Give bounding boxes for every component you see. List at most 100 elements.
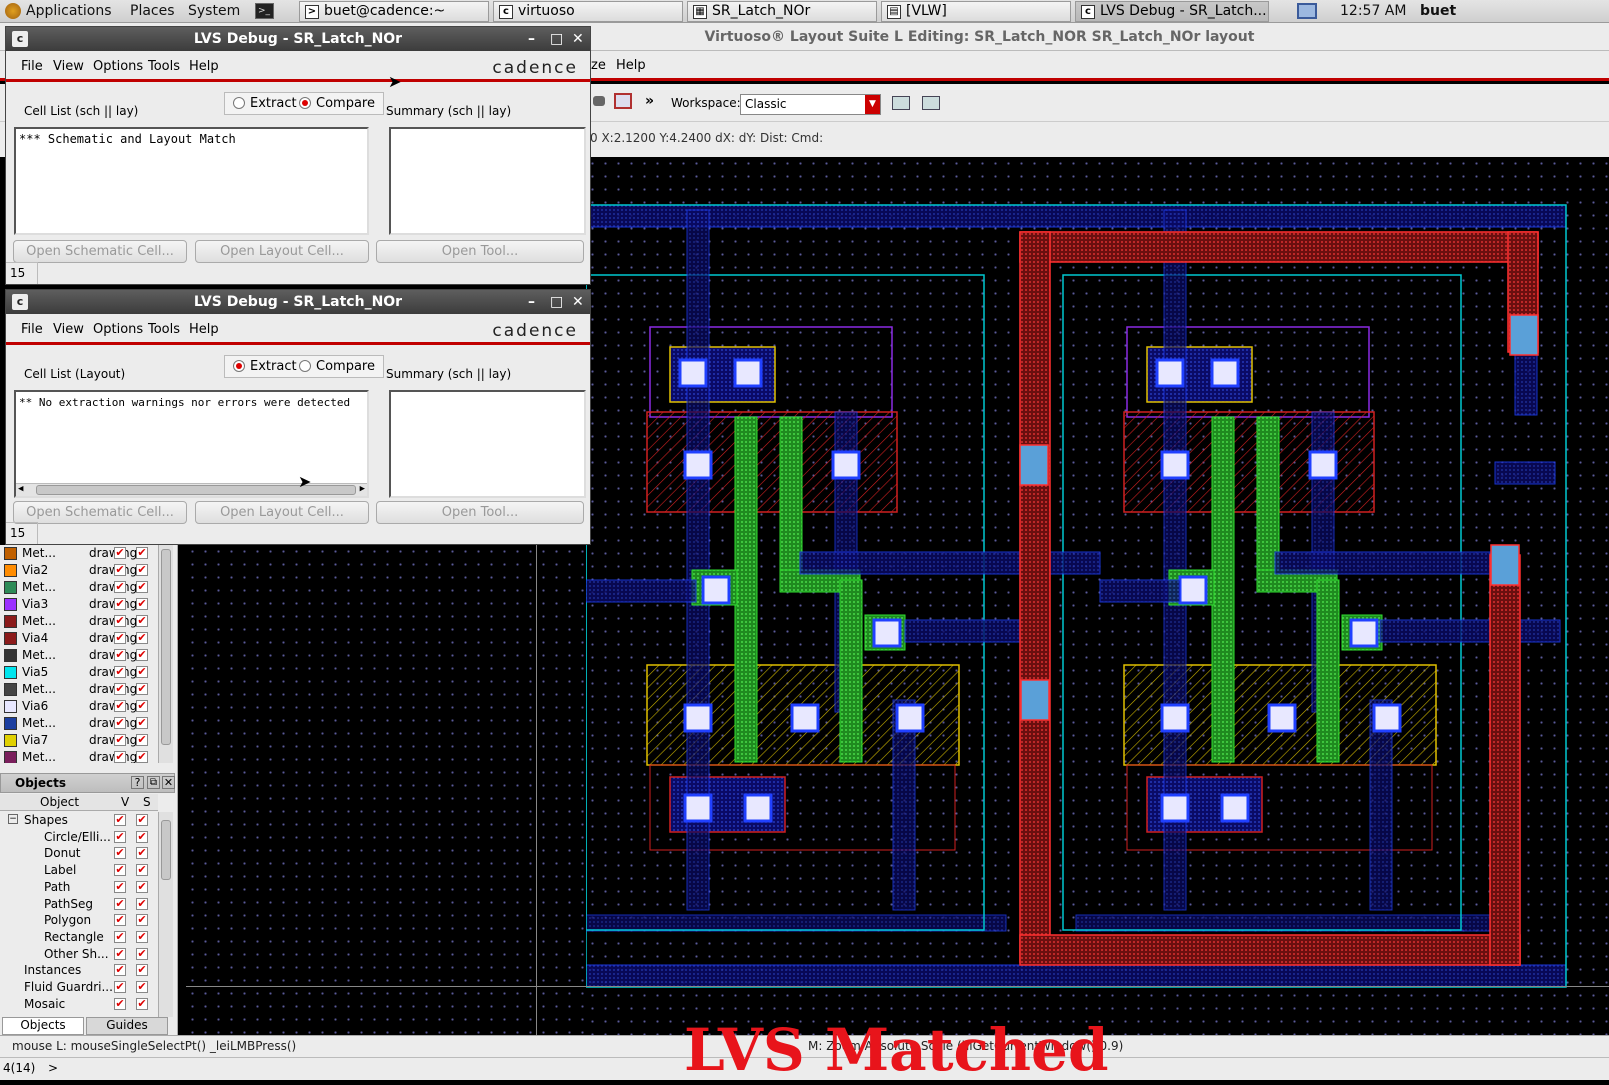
chevron-down-icon[interactable]: ▼ <box>865 95 880 114</box>
maximize-icon[interactable]: □ <box>550 27 563 51</box>
selectable-checkbox[interactable]: ✔ <box>136 632 148 644</box>
applications-menu[interactable]: Applications <box>26 3 112 19</box>
close-icon[interactable]: ✕ <box>162 776 175 789</box>
visible-checkbox[interactable]: ✔ <box>114 914 126 927</box>
selectable-checkbox[interactable]: ✔ <box>136 700 148 712</box>
visible-checkbox[interactable]: ✔ <box>114 751 126 763</box>
maximize-icon[interactable]: □ <box>550 290 563 314</box>
menu-options[interactable]: Options <box>93 322 143 337</box>
object-row[interactable]: Fluid Guardri... ✔ ✔ <box>0 979 158 996</box>
objects-scroll-thumb[interactable] <box>161 820 171 880</box>
layer-row[interactable]: Met...drawing✔✔ <box>0 749 162 763</box>
layer-row[interactable]: Via4drawing✔✔ <box>0 630 162 647</box>
layer-row[interactable]: Met...drawing✔✔ <box>0 647 162 664</box>
visible-checkbox[interactable]: ✔ <box>114 564 126 576</box>
layer-list-scroll-thumb[interactable] <box>161 549 171 745</box>
visible-checkbox[interactable]: ✔ <box>114 734 126 746</box>
menu-file[interactable]: File <box>21 59 43 74</box>
compare-radio[interactable] <box>299 97 311 109</box>
open-schematic-cell-button[interactable]: Open Schematic Cell... <box>13 240 187 263</box>
task-layout[interactable]: ▦ SR_Latch_NOr <box>687 1 877 22</box>
cell-list-box[interactable]: ** No extraction warnings nor errors wer… <box>14 390 369 498</box>
extract-radio-label[interactable]: Extract <box>250 96 297 111</box>
layout-canvas[interactable] <box>586 157 1609 1035</box>
visible-checkbox[interactable]: ✔ <box>114 615 126 627</box>
visible-checkbox[interactable]: ✔ <box>114 930 126 943</box>
toolbar-tool-icon[interactable] <box>593 96 605 106</box>
compare-radio[interactable] <box>299 360 311 372</box>
menu-view[interactable]: View <box>53 322 84 337</box>
visible-checkbox[interactable]: ✔ <box>114 632 126 644</box>
layer-row[interactable]: Via3drawing✔✔ <box>0 596 162 613</box>
selectable-checkbox[interactable]: ✔ <box>136 666 148 678</box>
object-row[interactable]: Circle/Elli... ✔ ✔ <box>0 829 158 846</box>
visible-checkbox[interactable]: ✔ <box>114 880 126 893</box>
layer-row[interactable]: Via6drawing✔✔ <box>0 698 162 715</box>
selectable-checkbox[interactable]: ✔ <box>136 734 148 746</box>
layer-row[interactable]: Met...drawing✔✔ <box>0 579 162 596</box>
object-row[interactable]: Path ✔ ✔ <box>0 879 158 896</box>
selectable-checkbox[interactable]: ✔ <box>136 947 148 960</box>
selectable-checkbox[interactable]: ✔ <box>136 751 148 763</box>
layer-row[interactable]: Met...drawing✔✔ <box>0 613 162 630</box>
minimize-icon[interactable]: – <box>528 27 535 51</box>
open-tool-button[interactable]: Open Tool... <box>376 240 584 263</box>
objects-tab[interactable]: Objects <box>2 1017 84 1035</box>
menu-view[interactable]: View <box>53 59 84 74</box>
user-name[interactable]: buet <box>1420 3 1456 19</box>
visible-checkbox[interactable]: ✔ <box>114 717 126 729</box>
menu-window-partial[interactable]: ze <box>591 58 606 73</box>
workspace-select[interactable]: Classic ▼ <box>740 94 881 115</box>
selectable-checkbox[interactable]: ✔ <box>136 830 148 843</box>
selectable-checkbox[interactable]: ✔ <box>136 981 148 993</box>
menu-file[interactable]: File <box>21 322 43 337</box>
open-schematic-cell-button[interactable]: Open Schematic Cell... <box>13 501 187 524</box>
visible-checkbox[interactable]: ✔ <box>114 814 126 826</box>
object-row[interactable]: PathSeg ✔ ✔ <box>0 896 158 913</box>
selectable-checkbox[interactable]: ✔ <box>136 814 148 826</box>
objects-scrollbar[interactable] <box>158 812 173 1017</box>
menu-help[interactable]: Help <box>616 58 646 73</box>
toolbar-select-icon[interactable] <box>614 93 632 109</box>
selectable-checkbox[interactable]: ✔ <box>136 717 148 729</box>
toolbar-more-icon[interactable]: » <box>645 93 654 109</box>
extract-radio[interactable] <box>233 97 245 109</box>
visible-checkbox[interactable]: ✔ <box>114 997 126 1010</box>
minimize-icon[interactable]: – <box>528 290 535 314</box>
applications-icon[interactable] <box>5 3 21 19</box>
workspace-delete-icon[interactable] <box>922 96 940 110</box>
collapse-icon[interactable]: − <box>8 814 18 824</box>
layer-row[interactable]: Met...drawing✔✔ <box>0 715 162 732</box>
guides-tab[interactable]: Guides <box>86 1017 168 1035</box>
object-row[interactable]: Donut ✔ ✔ <box>0 845 158 862</box>
scroll-left-icon[interactable]: ◀ <box>18 484 23 494</box>
layer-row[interactable]: Via5drawing✔✔ <box>0 664 162 681</box>
dialog-titlebar[interactable]: c LVS Debug - SR_Latch_NOr – □ ✕ <box>6 290 590 314</box>
layer-row[interactable]: Via2drawing✔✔ <box>0 562 162 579</box>
task-virtuoso[interactable]: c virtuoso <box>493 1 683 22</box>
task-terminal[interactable]: > buet@cadence:~ <box>299 1 489 22</box>
summary-box[interactable] <box>389 127 586 235</box>
clock[interactable]: 12:57 AM <box>1340 3 1406 19</box>
layer-row[interactable]: Via7drawing✔✔ <box>0 732 162 749</box>
visible-checkbox[interactable]: ✔ <box>114 964 126 977</box>
extract-radio-label[interactable]: Extract <box>250 359 297 374</box>
network-icon[interactable] <box>1297 3 1317 19</box>
visible-checkbox[interactable]: ✔ <box>114 897 126 910</box>
layer-list-scrollbar[interactable] <box>158 545 173 763</box>
terminal-launcher-icon[interactable]: >_ <box>255 3 274 19</box>
summary-box[interactable] <box>389 390 586 498</box>
object-row[interactable]: Label ✔ ✔ <box>0 862 158 879</box>
selectable-checkbox[interactable]: ✔ <box>136 581 148 593</box>
object-row[interactable]: − Shapes ✔ ✔ <box>0 812 158 829</box>
visible-checkbox[interactable]: ✔ <box>114 649 126 661</box>
visible-checkbox[interactable]: ✔ <box>114 947 126 960</box>
visible-checkbox[interactable]: ✔ <box>114 547 126 559</box>
places-menu[interactable]: Places <box>130 3 175 19</box>
selectable-checkbox[interactable]: ✔ <box>136 547 148 559</box>
visible-checkbox[interactable]: ✔ <box>114 864 126 877</box>
selectable-checkbox[interactable]: ✔ <box>136 897 148 910</box>
system-menu[interactable]: System <box>188 3 240 19</box>
selectable-checkbox[interactable]: ✔ <box>136 847 148 860</box>
menu-tools[interactable]: Tools <box>148 322 180 337</box>
